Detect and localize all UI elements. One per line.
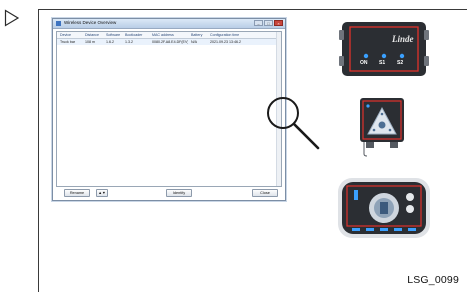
window-title: Wireless Device Overview	[64, 20, 117, 25]
maximize-button[interactable]: □	[264, 20, 273, 26]
device-list: Device Distance Software Bootloader MAC …	[56, 31, 282, 187]
cell-device: Truck bar	[60, 40, 76, 44]
cell-config-time: 2021.09.23 13:46.2	[210, 40, 241, 44]
led-label-s2: S2	[397, 60, 404, 66]
column-header[interactable]: Device	[57, 32, 82, 38]
play-triangle-icon	[4, 9, 20, 27]
column-header[interactable]: MAC address	[149, 32, 188, 38]
cell-software: 1.6.2	[106, 40, 114, 44]
window-footer: Rename ▲▼ Identify Close	[56, 189, 282, 198]
column-header[interactable]: Software	[103, 32, 122, 38]
close-button[interactable]: Close	[252, 189, 278, 197]
rename-button[interactable]: Rename	[64, 189, 90, 197]
cell-distance: 108 m	[85, 40, 95, 44]
minimize-button[interactable]: –	[254, 20, 263, 26]
list-header: Device Distance Software Bootloader MAC …	[57, 32, 281, 39]
close-window-button[interactable]: ×	[274, 20, 283, 26]
column-header[interactable]: Configuration time	[207, 32, 250, 38]
display-unit-device	[338, 178, 430, 238]
window-controls: – □ ×	[254, 20, 283, 26]
device-select-stepper[interactable]: ▲▼	[96, 189, 108, 197]
window-titlebar: Wireless Device Overview – □ ×	[53, 19, 285, 29]
app-window: Wireless Device Overview – □ × Device Di…	[52, 18, 286, 201]
identify-button[interactable]: Identify	[166, 189, 192, 197]
cell-bootloader: 1.3.2	[125, 40, 133, 44]
led-label-on: ON	[360, 60, 368, 66]
led-label-s1: S1	[379, 60, 386, 66]
linde-receiver-box	[339, 22, 429, 76]
cell-battery: N/A	[191, 40, 197, 44]
table-row[interactable]: Truck bar 108 m 1.6.2 1.3.2 0080.2F.A8.E…	[57, 39, 281, 45]
magnifier-icon	[267, 97, 320, 150]
cell-mac: 0080.2F.A8.E4.DF(EV)	[152, 40, 188, 44]
brand-logo: Linde	[392, 34, 414, 44]
figure-code: LSG_0099	[407, 274, 459, 286]
warning-light-device	[360, 98, 404, 157]
column-header[interactable]: Battery	[188, 32, 207, 38]
app-icon	[56, 21, 61, 26]
column-header[interactable]: Distance	[82, 32, 103, 38]
column-header[interactable]: Bootloader	[122, 32, 149, 38]
